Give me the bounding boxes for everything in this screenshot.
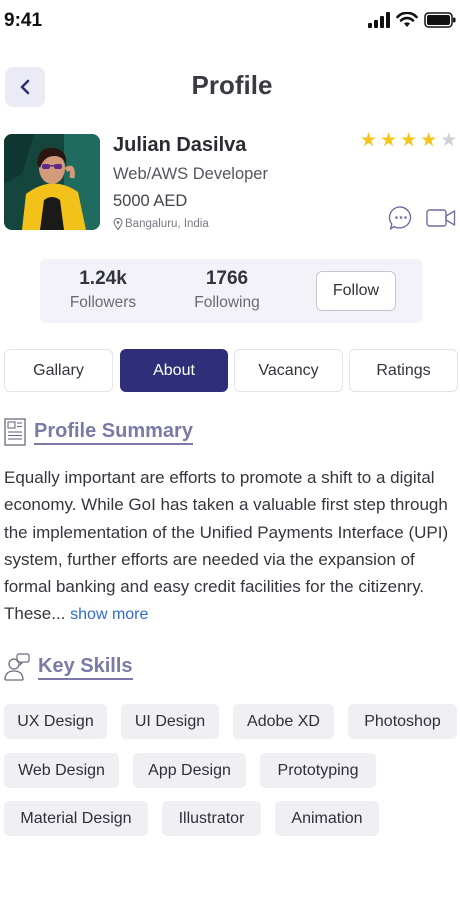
status-time: 9:41 [4,10,43,31]
rating-stars: ★ ★ ★ ★ ★ [360,131,457,151]
summary-body: Equally important are efforts to promote… [4,468,449,624]
tab-vacancy[interactable]: Vacancy [234,349,343,392]
avatar-photo [4,134,100,230]
avatar [4,134,100,230]
follow-button[interactable]: Follow [316,271,396,311]
following-label: Following [194,294,260,311]
chat-icon[interactable] [388,205,414,231]
profile-tabs: Gallary About Vacancy Ratings [4,349,458,392]
signal-icon [368,12,390,28]
profile-summary-text: Equally important are efforts to promote… [4,464,456,629]
profile-location: Bangaluru, India [113,218,209,230]
contact-actions [388,205,456,231]
battery-icon [424,12,456,28]
profile-role: Web/AWS Developer [113,165,268,183]
tab-about[interactable]: About [120,349,228,392]
skill-chip[interactable]: Material Design [4,801,148,836]
tab-ratings[interactable]: Ratings [349,349,458,392]
followers-label: Followers [69,294,137,311]
tab-gallary[interactable]: Gallary [4,349,113,392]
followers-count: 1.24k [79,268,127,289]
status-bar: 9:41 [0,0,460,44]
skill-chip[interactable]: App Design [133,753,246,788]
profile-rate: 5000 AED [113,192,188,210]
skill-chip[interactable]: Animation [275,801,379,836]
skill-chip[interactable]: UI Design [121,704,219,739]
profile-summary-header: Profile Summary [4,418,193,446]
skill-chip[interactable]: Web Design [4,753,119,788]
star-icon: ★ [440,130,458,151]
location-text: Bangaluru, India [125,218,209,230]
page-title: Profile [191,70,273,100]
following-count: 1766 [205,268,249,289]
star-icon: ★ [420,130,438,151]
profile-name: Julian Dasilva [113,134,247,156]
status-icons [368,12,456,28]
key-skills-header: Key Skills [4,652,133,682]
key-skills-title: Key Skills [38,655,133,680]
pin-icon [113,218,123,230]
show-more-link[interactable]: show more [70,606,148,623]
summary-doc-icon [4,418,26,446]
skills-user-icon [4,653,30,681]
skill-chip[interactable]: UX Design [4,704,107,739]
skill-chip[interactable]: Prototyping [260,753,376,788]
skill-chip[interactable]: Illustrator [162,801,261,836]
followers-stat[interactable]: 1.24k Followers [66,268,140,312]
star-icon: ★ [360,130,378,151]
following-stat[interactable]: 1766 Following [188,268,266,312]
star-icon: ★ [400,130,418,151]
wifi-icon [396,12,418,27]
star-icon: ★ [380,130,398,151]
video-icon[interactable] [426,208,456,228]
skill-chip[interactable]: Photoshop [348,704,457,739]
stats-card: 1.24k Followers 1766 Following Follow [40,259,423,323]
profile-summary-title: Profile Summary [34,420,193,445]
skill-chip[interactable]: Adobe XD [233,704,334,739]
